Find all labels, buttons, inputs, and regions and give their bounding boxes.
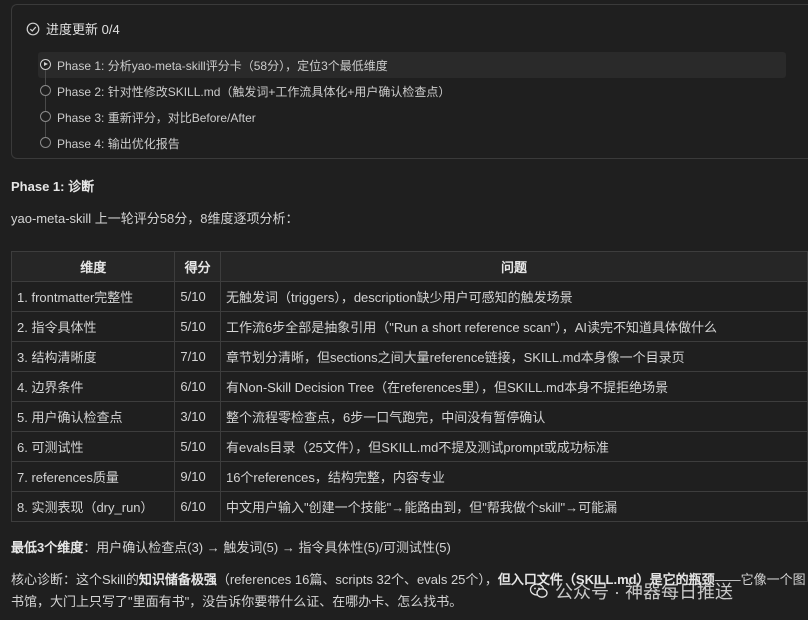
header-score: 得分 [174,251,221,282]
cell-issue: 工作流6步全部是抽象引用（"Run a short reference scan… [219,311,808,342]
play-circle-icon [40,59,51,70]
cell-issue: 有Non-Skill Decision Tree（在references里），但… [219,371,808,402]
circle-icon [40,111,51,122]
cell-issue: 16个references，结构完整，内容专业 [219,461,808,492]
phase-list: Phase 1: 分析yao-meta-skill评分卡（58分），定位3个最低… [38,52,786,156]
cell-dimension: 6. 可测试性 [10,431,176,462]
table-row: 3. 结构清晰度 7/10 章节划分清晰，但sections之间大量refere… [10,341,808,372]
table-row: 8. 实测表现（dry_run） 6/10 中文用户输入"创建一个技能"→能路由… [10,491,808,522]
core-text-2: （references 16篇、scripts 32个、evals 25个）， [216,572,498,587]
check-circle-icon [26,22,40,35]
cell-score: 5/10 [174,431,221,462]
cell-score: 9/10 [174,461,221,492]
table-row: 4. 边界条件 6/10 有Non-Skill Decision Tree（在r… [10,371,808,402]
cell-score: 7/10 [174,341,221,372]
cell-score: 3/10 [174,401,221,432]
table-row: 5. 用户确认检查点 3/10 整个流程零检查点，6步一口气跑完，中间没有暂停确… [10,401,808,432]
summary-text: ：用户确认检查点(3) → 触发词(5) → 指令具体性(5)/可测试性(5) [83,540,451,555]
section-title: Phase 1: 诊断 [11,179,95,194]
cell-dimension: 5. 用户确认检查点 [10,401,176,432]
phase-label: Phase 3: 重新评分，对比Before/After [57,110,256,125]
cell-dimension: 7. references质量 [10,461,176,492]
cell-dimension: 3. 结构清晰度 [10,341,176,372]
phase-item-1[interactable]: Phase 1: 分析yao-meta-skill评分卡（58分），定位3个最低… [38,52,786,86]
phase-item-2[interactable]: Phase 2: 针对性修改SKILL.md（触发词+工作流具体化+用户确认检查… [38,78,786,112]
wechat-icon [529,583,548,598]
phase-item-3[interactable]: Phase 3: 重新评分，对比Before/After [38,104,786,138]
cell-issue: 有evals目录（25文件），但SKILL.md不提及测试prompt或成功标准 [219,431,808,462]
core-text-line2: 书馆，大门上只写了"里面有书"，没告诉你要带什么证、在哪办卡、怎么找书。 [11,594,463,609]
cell-dimension: 1. frontmatter完整性 [10,281,176,312]
header-issue: 问题 [219,251,808,282]
table-header-row: 维度 得分 问题 [10,251,808,282]
phase-label: Phase 4: 输出优化报告 [57,136,180,151]
core-bold-1: 知识储备极强 [138,572,217,587]
progress-header: 进度更新 0/4 [26,19,120,38]
cell-issue: 整个流程零检查点，6步一口气跑完，中间没有暂停确认 [219,401,808,432]
cell-score: 5/10 [174,311,221,342]
cell-score: 6/10 [174,371,221,402]
watermark-text: 公众号 · 神器每日推送 [555,582,733,602]
table-row: 6. 可测试性 5/10 有evals目录（25文件），但SKILL.md不提及… [10,431,808,462]
phase-label: Phase 2: 针对性修改SKILL.md（触发词+工作流具体化+用户确认检查… [57,84,451,99]
circle-icon [40,85,51,96]
table-row: 1. frontmatter完整性 5/10 无触发词（triggers），de… [10,281,808,312]
diagnosis-table: 维度 得分 问题 1. frontmatter完整性 5/10 无触发词（tri… [10,251,808,522]
table-row: 7. references质量 9/10 16个references，结构完整，… [10,461,808,492]
progress-title: 进度更新 0/4 [46,22,120,37]
phase-label: Phase 1: 分析yao-meta-skill评分卡（58分），定位3个最低… [57,58,388,73]
cell-score: 5/10 [174,281,221,312]
intro-text: yao-meta-skill 上一轮评分58分，8维度逐项分析： [11,211,299,226]
watermark: 公众号 · 神器每日推送 [529,578,733,604]
table-row: 2. 指令具体性 5/10 工作流6步全部是抽象引用（"Run a short … [10,311,808,342]
cell-dimension: 2. 指令具体性 [10,311,176,342]
cell-issue: 章节划分清晰，但sections之间大量reference链接，SKILL.md… [219,341,808,372]
circle-icon [40,137,51,148]
phase-item-4[interactable]: Phase 4: 输出优化报告 [38,130,786,156]
header-dimension: 维度 [10,251,176,282]
summary-line: 最低3个维度：用户确认检查点(3) → 触发词(5) → 指令具体性(5)/可测… [11,537,451,556]
cell-dimension: 4. 边界条件 [10,371,176,402]
summary-label: 最低3个维度 [11,540,84,555]
cell-issue: 无触发词（triggers），description缺少用户可感知的触发场景 [219,281,808,312]
core-text-1: 核心诊断：这个Skill的 [11,572,139,587]
cell-issue: 中文用户输入"创建一个技能"→能路由到，但"帮我做个skill"→可能漏 [219,491,808,522]
progress-card: 进度更新 0/4 Phase 1: 分析yao-meta-skill评分卡（58… [11,4,808,159]
cell-dimension: 8. 实测表现（dry_run） [10,491,176,522]
cell-score: 6/10 [174,491,221,522]
